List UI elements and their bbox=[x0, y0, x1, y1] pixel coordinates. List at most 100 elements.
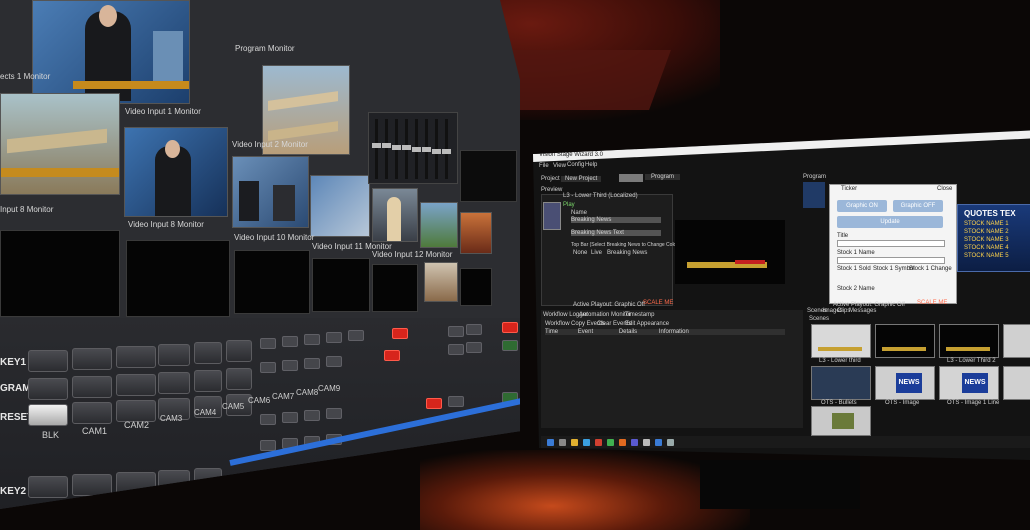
menu-config[interactable]: Config bbox=[567, 162, 584, 168]
program-button-4[interactable] bbox=[158, 372, 190, 394]
matrix-btn[interactable] bbox=[260, 414, 276, 425]
scene-thumb-3[interactable] bbox=[939, 324, 999, 358]
matrix-btn[interactable] bbox=[282, 336, 298, 347]
scenes-folder[interactable]: Scenes bbox=[809, 316, 829, 322]
program-button-3[interactable] bbox=[116, 374, 156, 396]
browser-icon[interactable] bbox=[583, 439, 590, 446]
tally-red-btn[interactable] bbox=[392, 328, 408, 339]
key2-button-5[interactable] bbox=[194, 468, 222, 490]
search-icon[interactable] bbox=[559, 439, 566, 446]
program-button-6[interactable] bbox=[226, 368, 252, 390]
app-icon[interactable] bbox=[619, 439, 626, 446]
project-select[interactable]: New Project bbox=[561, 176, 602, 182]
matrix-btn[interactable] bbox=[466, 324, 482, 335]
play-button[interactable]: Play bbox=[563, 202, 575, 208]
matrix-btn[interactable] bbox=[282, 360, 298, 371]
app-icon[interactable] bbox=[607, 439, 614, 446]
matrix-btn[interactable] bbox=[260, 440, 276, 451]
folder-icon[interactable] bbox=[571, 439, 578, 446]
radio-live[interactable]: Live bbox=[591, 250, 602, 256]
quotes-title: QUOTES TEX bbox=[964, 209, 1016, 218]
menu-help[interactable]: Help bbox=[585, 162, 597, 168]
matrix-btn[interactable] bbox=[304, 334, 320, 345]
matrix-btn[interactable] bbox=[260, 338, 276, 349]
label-cam2: CAM2 bbox=[124, 420, 150, 430]
key1-button-6[interactable] bbox=[226, 340, 252, 362]
effects-monitor-label: ects 1 Monitor bbox=[0, 72, 51, 81]
menu-view[interactable]: View bbox=[553, 163, 566, 169]
taskbar bbox=[541, 436, 1030, 448]
app-icon[interactable] bbox=[595, 439, 602, 446]
key2-button-4[interactable] bbox=[158, 470, 190, 492]
program-window-label: Program bbox=[803, 174, 827, 180]
matrix-btn[interactable] bbox=[326, 332, 342, 343]
scene-thumb-1[interactable] bbox=[811, 324, 871, 358]
key1-button-1[interactable] bbox=[28, 350, 68, 372]
app-icon[interactable] bbox=[655, 439, 662, 446]
close-button[interactable]: Close bbox=[937, 186, 952, 192]
messages-tab[interactable]: Messages bbox=[849, 308, 876, 314]
key1-button-5[interactable] bbox=[194, 342, 222, 364]
graphics-off-button[interactable]: Graphic OFF bbox=[893, 200, 943, 212]
program-tab[interactable]: Program bbox=[645, 174, 681, 180]
matrix-btn[interactable] bbox=[304, 410, 320, 421]
matrix-btn[interactable] bbox=[326, 356, 342, 367]
scene-thumb-8[interactable] bbox=[1003, 366, 1030, 400]
field-title-input[interactable] bbox=[837, 240, 945, 247]
tally-red-btn[interactable] bbox=[426, 398, 442, 409]
matrix-btn[interactable] bbox=[260, 362, 276, 373]
key1-button-2[interactable] bbox=[72, 348, 112, 370]
preset-button-cam1[interactable] bbox=[72, 402, 112, 424]
stock-name-input[interactable] bbox=[837, 257, 945, 264]
scene-thumb-5[interactable] bbox=[811, 366, 871, 400]
workflow-label: Workflow bbox=[545, 321, 570, 327]
key2-button-2[interactable] bbox=[72, 474, 112, 496]
app-icon[interactable] bbox=[631, 439, 638, 446]
key2-button-3[interactable] bbox=[116, 472, 156, 494]
tally-red-btn[interactable] bbox=[502, 322, 518, 333]
key1-button-4[interactable] bbox=[158, 344, 190, 366]
matrix-btn[interactable] bbox=[304, 358, 320, 369]
graphics-on-button[interactable]: Graphic ON bbox=[837, 200, 887, 212]
scene-thumb-4[interactable] bbox=[1003, 324, 1030, 358]
scene-thumb-6[interactable]: NEWS bbox=[875, 366, 935, 400]
stock-row-4: STOCK NAME 4 bbox=[964, 245, 1009, 251]
key1-button-3[interactable] bbox=[116, 346, 156, 368]
tab-timestamp[interactable]: Timestamp bbox=[625, 312, 654, 318]
menu-file[interactable]: File bbox=[539, 163, 549, 169]
app-icon[interactable] bbox=[643, 439, 650, 446]
stock-row-2: STOCK NAME 2 bbox=[964, 229, 1009, 235]
update-button[interactable]: Update bbox=[837, 216, 943, 228]
scene-thumb-7[interactable]: NEWS bbox=[939, 366, 999, 400]
matrix-btn[interactable] bbox=[448, 396, 464, 407]
multiview-grid bbox=[460, 150, 517, 202]
start-icon[interactable] bbox=[547, 439, 554, 446]
program-button-5[interactable] bbox=[194, 370, 222, 392]
program-button-2[interactable] bbox=[72, 376, 112, 398]
radio-none[interactable]: None bbox=[573, 250, 587, 256]
tab-automation-monitor[interactable]: Automation Monitor bbox=[579, 312, 631, 318]
scene-thumb-2[interactable] bbox=[875, 324, 935, 358]
program-button-1[interactable] bbox=[28, 378, 68, 400]
matrix-btn[interactable] bbox=[326, 408, 342, 419]
scale-button[interactable]: SCALE ME bbox=[643, 300, 673, 306]
project-action-button[interactable] bbox=[619, 174, 643, 182]
video-input-8-label: Video Input 8 Monitor bbox=[128, 220, 204, 229]
matrix-btn[interactable] bbox=[348, 330, 364, 341]
tally-red-btn[interactable] bbox=[384, 350, 400, 361]
scene-thumb-9[interactable] bbox=[811, 406, 871, 436]
matrix-btn[interactable] bbox=[448, 344, 464, 355]
program-scale-button[interactable]: SCALE ME bbox=[917, 300, 947, 306]
app-icon[interactable] bbox=[667, 439, 674, 446]
radio-breaking[interactable]: Breaking News bbox=[607, 250, 647, 256]
sub-field[interactable]: Breaking News Text bbox=[571, 230, 661, 236]
matrix-btn[interactable] bbox=[282, 412, 298, 423]
tally-green-btn[interactable] bbox=[502, 340, 518, 351]
matrix-btn[interactable] bbox=[466, 342, 482, 353]
edit-appearance-button[interactable]: Edit Appearance bbox=[625, 321, 669, 327]
preset-button-cam2[interactable] bbox=[116, 400, 156, 422]
key2-button-1[interactable] bbox=[28, 476, 68, 498]
preset-button-blk[interactable] bbox=[28, 404, 68, 426]
matrix-btn[interactable] bbox=[448, 326, 464, 337]
name-field[interactable]: Breaking News bbox=[571, 217, 661, 223]
